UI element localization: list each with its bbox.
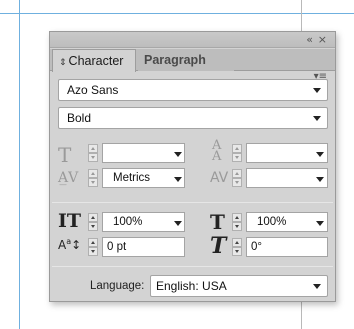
leading-icon: AA (212, 138, 222, 164)
font-size-dropdown-arrow[interactable] (174, 152, 182, 157)
kerning-input[interactable]: Metrics (102, 168, 185, 188)
skew-value: 0° (251, 241, 262, 253)
font-family-value: Azo Sans (67, 83, 119, 97)
horizontal-scale-value: 100% (257, 216, 287, 228)
tracking-dropdown-arrow[interactable] (316, 177, 324, 182)
section-divider (52, 202, 333, 203)
vertical-scale-stepper[interactable] (88, 213, 98, 231)
chevron-down-icon (313, 284, 321, 289)
kerning-value: Metrics (113, 172, 151, 184)
chevron-down-icon (313, 116, 321, 121)
section-divider (52, 266, 333, 267)
font-size-stepper[interactable] (88, 144, 98, 162)
tab-paragraph[interactable]: Paragraph (138, 49, 234, 71)
panel-tabbar: ⇕ Character Paragraph ▾≡ (50, 49, 335, 82)
leading-dropdown-arrow[interactable] (316, 152, 324, 157)
vertical-scale-value: 100% (113, 216, 143, 228)
skew-stepper[interactable] (232, 238, 242, 256)
close-icon[interactable]: × (318, 33, 327, 47)
baseline-shift-value: 0 pt (107, 241, 127, 253)
language-label: Language: (90, 280, 145, 292)
chevron-down-icon (313, 88, 321, 93)
font-size-input[interactable] (102, 143, 185, 163)
panel-title-bar[interactable]: « × (50, 32, 335, 48)
kerning-icon: A̲V (58, 170, 79, 186)
language-dropdown[interactable]: English: USA (150, 275, 328, 297)
collapse-panel-icon[interactable]: « (306, 33, 313, 47)
font-family-dropdown[interactable]: Azo Sans (58, 79, 328, 101)
skew-input[interactable]: 0° (246, 237, 328, 257)
horizontal-scale-icon: T (210, 210, 225, 234)
tab-character-label: Character (68, 54, 124, 68)
vertical-scale-input[interactable]: 100% (102, 212, 185, 232)
tab-character[interactable]: ⇕ Character (52, 49, 136, 72)
tab-sort-icon: ⇕ (59, 58, 67, 68)
tracking-icon: AV (210, 170, 229, 186)
font-style-value: Bold (67, 111, 92, 125)
character-panel: « × ⇕ Character Paragraph ▾≡ Azo Sans Bol… (49, 31, 336, 302)
font-size-icon: T (58, 143, 72, 167)
baseline-shift-input[interactable]: 0 pt (102, 237, 185, 257)
tracking-stepper[interactable] (232, 169, 242, 187)
skew-icon: T (210, 233, 227, 259)
kerning-stepper[interactable] (88, 169, 98, 187)
tab-paragraph-label: Paragraph (144, 53, 206, 67)
kerning-dropdown-arrow[interactable] (174, 177, 182, 182)
baseline-shift-stepper[interactable] (88, 238, 98, 256)
horizontal-scale-stepper[interactable] (232, 213, 242, 231)
vertical-scale-icon: IT (58, 210, 82, 232)
guide-line-vertical (19, 0, 20, 329)
baseline-shift-icon: Aa↕ (58, 237, 82, 252)
horizontal-scale-dropdown-arrow[interactable] (316, 221, 324, 226)
language-value: English: USA (156, 279, 227, 293)
vertical-scale-dropdown-arrow[interactable] (174, 221, 182, 226)
leading-stepper[interactable] (232, 144, 242, 162)
font-style-dropdown[interactable]: Bold (58, 107, 328, 129)
